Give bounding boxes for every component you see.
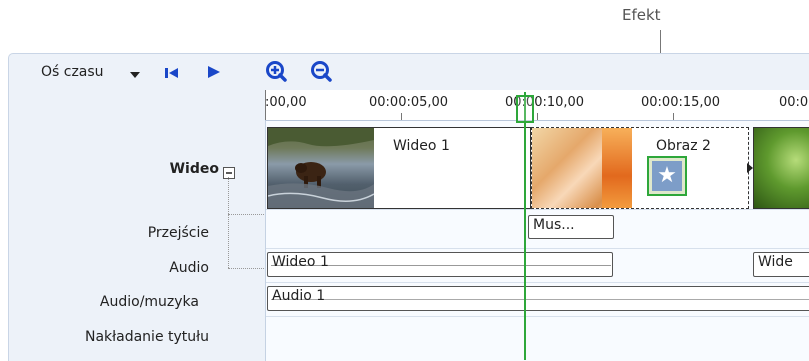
track-label-title-overlay: Nakładanie tytułu <box>85 329 209 345</box>
transition-clip[interactable]: Mus... <box>528 215 614 239</box>
row-divider <box>266 316 809 317</box>
video-clip-3-thumbnail <box>754 128 809 208</box>
zoom-in-icon[interactable] <box>264 60 288 88</box>
collapse-icon[interactable] <box>223 164 235 183</box>
dropdown-arrow-icon[interactable] <box>129 66 141 85</box>
audio-clip-video-cut[interactable]: Wide <box>753 252 809 277</box>
zoom-out-icon[interactable] <box>309 60 333 88</box>
tree-connector <box>228 177 229 268</box>
ruler-label-1: 00:00:05,00 <box>369 95 449 110</box>
audio-clip-audio1-label: Audio 1 <box>272 288 326 304</box>
playhead-line[interactable] <box>524 92 526 360</box>
time-ruler[interactable]: :00,00 00:00:05,00 00:00:10,00 00:00:15,… <box>265 90 809 121</box>
playhead-handle[interactable] <box>516 95 534 123</box>
row-divider <box>266 282 809 283</box>
audio-waveform-line <box>271 299 809 300</box>
track-label-transition: Przejście <box>147 225 209 241</box>
image-clip-thumbnail-detail <box>602 128 632 208</box>
skip-to-start-icon[interactable] <box>164 65 180 84</box>
tree-connector <box>228 268 264 269</box>
timeline-view-label[interactable]: Oś czasu <box>41 64 104 80</box>
audio-clip-video1-label: Wideo 1 <box>272 254 329 270</box>
effect-badge[interactable]: ★ <box>647 156 687 196</box>
row-divider <box>266 209 809 210</box>
tree-connector <box>228 214 264 215</box>
ruler-label-0: :00,00 <box>265 95 307 110</box>
effect-callout-label: Efekt <box>622 6 661 24</box>
storyboard-timeline-window: Oś czasu :00,00 00:00:05,00 00:00:10,00 … <box>8 53 809 361</box>
track-label-audio-music: Audio/muzyka <box>99 294 199 310</box>
clip-edge-marker-icon <box>747 163 753 173</box>
video-clip-3[interactable] <box>753 127 809 209</box>
image-clip-2-label: Obraz 2 <box>656 138 711 154</box>
video-clip-thumbnail <box>268 128 374 208</box>
track-label-video: Wideo <box>169 161 219 177</box>
video-clip-1[interactable]: Wideo 1 <box>267 127 531 209</box>
play-icon[interactable] <box>206 64 222 84</box>
ruler-label-3: 00:00:15,00 <box>641 95 721 110</box>
image-clip-2[interactable]: Obraz 2 <box>531 127 749 209</box>
video-clip-1-label: Wideo 1 <box>393 138 450 154</box>
track-label-audio: Audio <box>169 260 209 276</box>
row-divider <box>266 248 809 249</box>
star-icon: ★ <box>652 161 682 191</box>
ruler-label-4: 00:0 <box>779 95 809 110</box>
